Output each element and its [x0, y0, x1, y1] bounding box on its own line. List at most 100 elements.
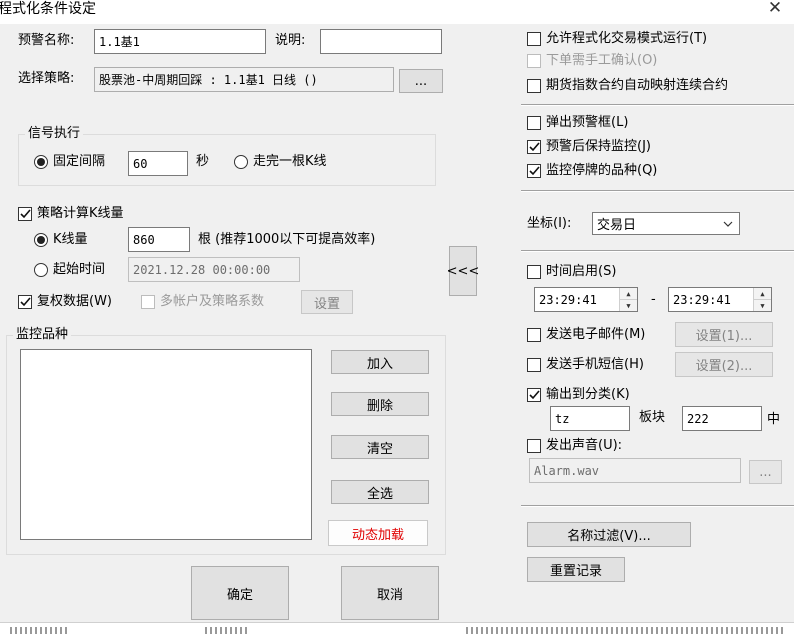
send-sms-checkbox[interactable]: 发送手机短信(H): [527, 356, 644, 374]
manual-confirm-label: 下单需手工确认(O): [546, 53, 658, 68]
radio-selected-icon: [34, 155, 48, 169]
popup-alert-checkbox[interactable]: 弹出预警框(L): [527, 114, 628, 132]
email-settings-button[interactable]: 设置(1)...: [675, 322, 773, 347]
kline-hint: 根 (推荐1000以下可提高效率): [198, 232, 376, 247]
time-range-dash: -: [651, 292, 656, 307]
checkbox-empty-icon: [527, 32, 541, 46]
block-input[interactable]: 222: [682, 406, 762, 431]
allow-program-trading-checkbox[interactable]: 允许程式化交易模式运行(T): [527, 30, 707, 48]
checkbox-checked-icon: [18, 295, 32, 309]
reset-log-button[interactable]: 重置记录: [527, 557, 625, 582]
close-button[interactable]: ✕: [764, 0, 786, 18]
play-sound-label: 发出声音(U):: [546, 438, 623, 453]
time-enable-checkbox[interactable]: 时间启用(S): [527, 263, 616, 281]
monitor-group-title: 监控品种: [13, 326, 72, 344]
finish-bar-label: 走完一根K线: [253, 154, 327, 169]
finish-bar-radio[interactable]: 走完一根K线: [234, 153, 327, 171]
manual-confirm-checkbox[interactable]: 下单需手工确认(O): [527, 52, 657, 70]
checkbox-empty-icon: [527, 265, 541, 279]
time-end-value: 23:29:41: [673, 292, 731, 307]
description-label: 说明:: [275, 33, 306, 48]
send-email-label: 发送电子邮件(M): [546, 327, 646, 342]
alert-name-label: 预警名称:: [18, 33, 75, 48]
select-all-button[interactable]: 全选: [331, 480, 429, 504]
popup-alert-label: 弹出预警框(L): [546, 115, 629, 130]
time-start-value: 23:29:41: [539, 292, 597, 307]
output-category-label: 输出到分类(K): [546, 387, 630, 402]
close-icon: ✕: [767, 0, 783, 18]
time-start-spinner[interactable]: ▲ ▼: [619, 288, 637, 311]
send-sms-label: 发送手机短信(H): [546, 357, 644, 372]
cancel-button[interactable]: 取消: [341, 566, 439, 620]
background-window-strip: [0, 622, 794, 634]
checkbox-empty-icon: [527, 79, 541, 93]
monitor-list[interactable]: [20, 349, 312, 540]
checkbox-checked-icon: [527, 164, 541, 178]
fixed-interval-label: 固定间隔: [53, 154, 106, 169]
start-time-label: 起始时间: [53, 262, 106, 277]
output-category-checkbox[interactable]: 输出到分类(K): [527, 386, 630, 404]
dynamic-load-button[interactable]: 动态加载: [328, 520, 428, 546]
strategy-kline-checkbox[interactable]: 策略计算K线量: [18, 205, 124, 223]
description-input[interactable]: [320, 29, 442, 54]
kline-count-label: K线量: [53, 232, 88, 247]
axis-label: 坐标(I):: [527, 216, 572, 231]
checkbox-empty-icon: [141, 295, 155, 309]
multi-account-label: 多帐户及策略系数: [160, 294, 265, 309]
checkbox-checked-icon: [18, 207, 32, 221]
chevron-down-icon: [723, 221, 733, 227]
separator-highlight: [521, 191, 794, 192]
checkbox-empty-icon: [527, 358, 541, 372]
interval-input[interactable]: 60: [128, 151, 188, 176]
futures-index-map-checkbox[interactable]: 期货指数合约自动映射连续合约: [527, 77, 728, 95]
keep-monitoring-checkbox[interactable]: 预警后保持监控(J): [527, 138, 651, 156]
signal-group-title: 信号执行: [25, 125, 84, 143]
radio-empty-icon: [34, 263, 48, 277]
send-email-checkbox[interactable]: 发送电子邮件(M): [527, 326, 645, 344]
category-input[interactable]: tz: [550, 406, 630, 431]
alert-name-input[interactable]: 1.1基1: [94, 29, 266, 54]
allow-program-trading-label: 允许程式化交易模式运行(T): [546, 31, 708, 46]
kline-count-radio[interactable]: K线量: [34, 231, 88, 249]
strategy-field[interactable]: 股票池-中周期回踩 : 1.1基1 日线 (): [94, 67, 394, 92]
start-time-input[interactable]: 2021.12.28 00:00:00: [128, 257, 300, 282]
checkbox-empty-icon: [527, 439, 541, 453]
ok-button[interactable]: 确定: [191, 566, 289, 620]
separator-highlight: [521, 105, 794, 106]
start-time-radio[interactable]: 起始时间: [34, 261, 105, 279]
monitor-suspended-label: 监控停牌的品种(Q): [546, 163, 658, 178]
axis-select[interactable]: 交易日: [592, 212, 740, 235]
delete-button[interactable]: 删除: [331, 392, 429, 416]
time-end-input[interactable]: 23:29:41 ▲ ▼: [668, 287, 772, 312]
adjusted-data-label: 复权数据(W): [37, 294, 112, 309]
name-filter-button[interactable]: 名称过滤(V)...: [527, 522, 691, 547]
keep-monitoring-label: 预警后保持监控(J): [546, 139, 651, 154]
adjusted-data-checkbox[interactable]: 复权数据(W): [18, 293, 112, 311]
checkbox-checked-icon: [527, 388, 541, 402]
multi-account-checkbox[interactable]: 多帐户及策略系数: [141, 293, 264, 311]
block-label: 板块: [639, 410, 666, 425]
kline-count-input[interactable]: 860: [128, 227, 190, 252]
monitor-suspended-checkbox[interactable]: 监控停牌的品种(Q): [527, 162, 657, 180]
strategy-kline-label: 策略计算K线量: [37, 206, 124, 221]
radio-selected-icon: [34, 233, 48, 247]
time-start-input[interactable]: 23:29:41 ▲ ▼: [534, 287, 638, 312]
radio-empty-icon: [234, 155, 248, 169]
sms-settings-button[interactable]: 设置(2)...: [675, 352, 773, 377]
checkbox-empty-icon: [527, 54, 541, 68]
time-end-spinner[interactable]: ▲ ▼: [753, 288, 771, 311]
fixed-interval-radio[interactable]: 固定间隔: [34, 153, 105, 171]
clear-button[interactable]: 清空: [331, 435, 429, 459]
multi-account-settings-button[interactable]: 设置: [301, 290, 353, 314]
collapse-arrows-icon: <<<: [446, 263, 480, 279]
checkbox-checked-icon: [527, 140, 541, 154]
play-sound-checkbox[interactable]: 发出声音(U):: [527, 437, 622, 455]
block-suffix: 中: [767, 412, 781, 427]
sound-browse-button[interactable]: ...: [749, 460, 782, 484]
sound-file-input[interactable]: Alarm.wav: [529, 458, 741, 483]
separator-highlight: [521, 506, 794, 507]
checkbox-empty-icon: [527, 116, 541, 130]
collapse-button[interactable]: <<<: [446, 246, 480, 296]
strategy-browse-button[interactable]: ...: [399, 69, 443, 93]
add-button[interactable]: 加入: [331, 350, 429, 374]
